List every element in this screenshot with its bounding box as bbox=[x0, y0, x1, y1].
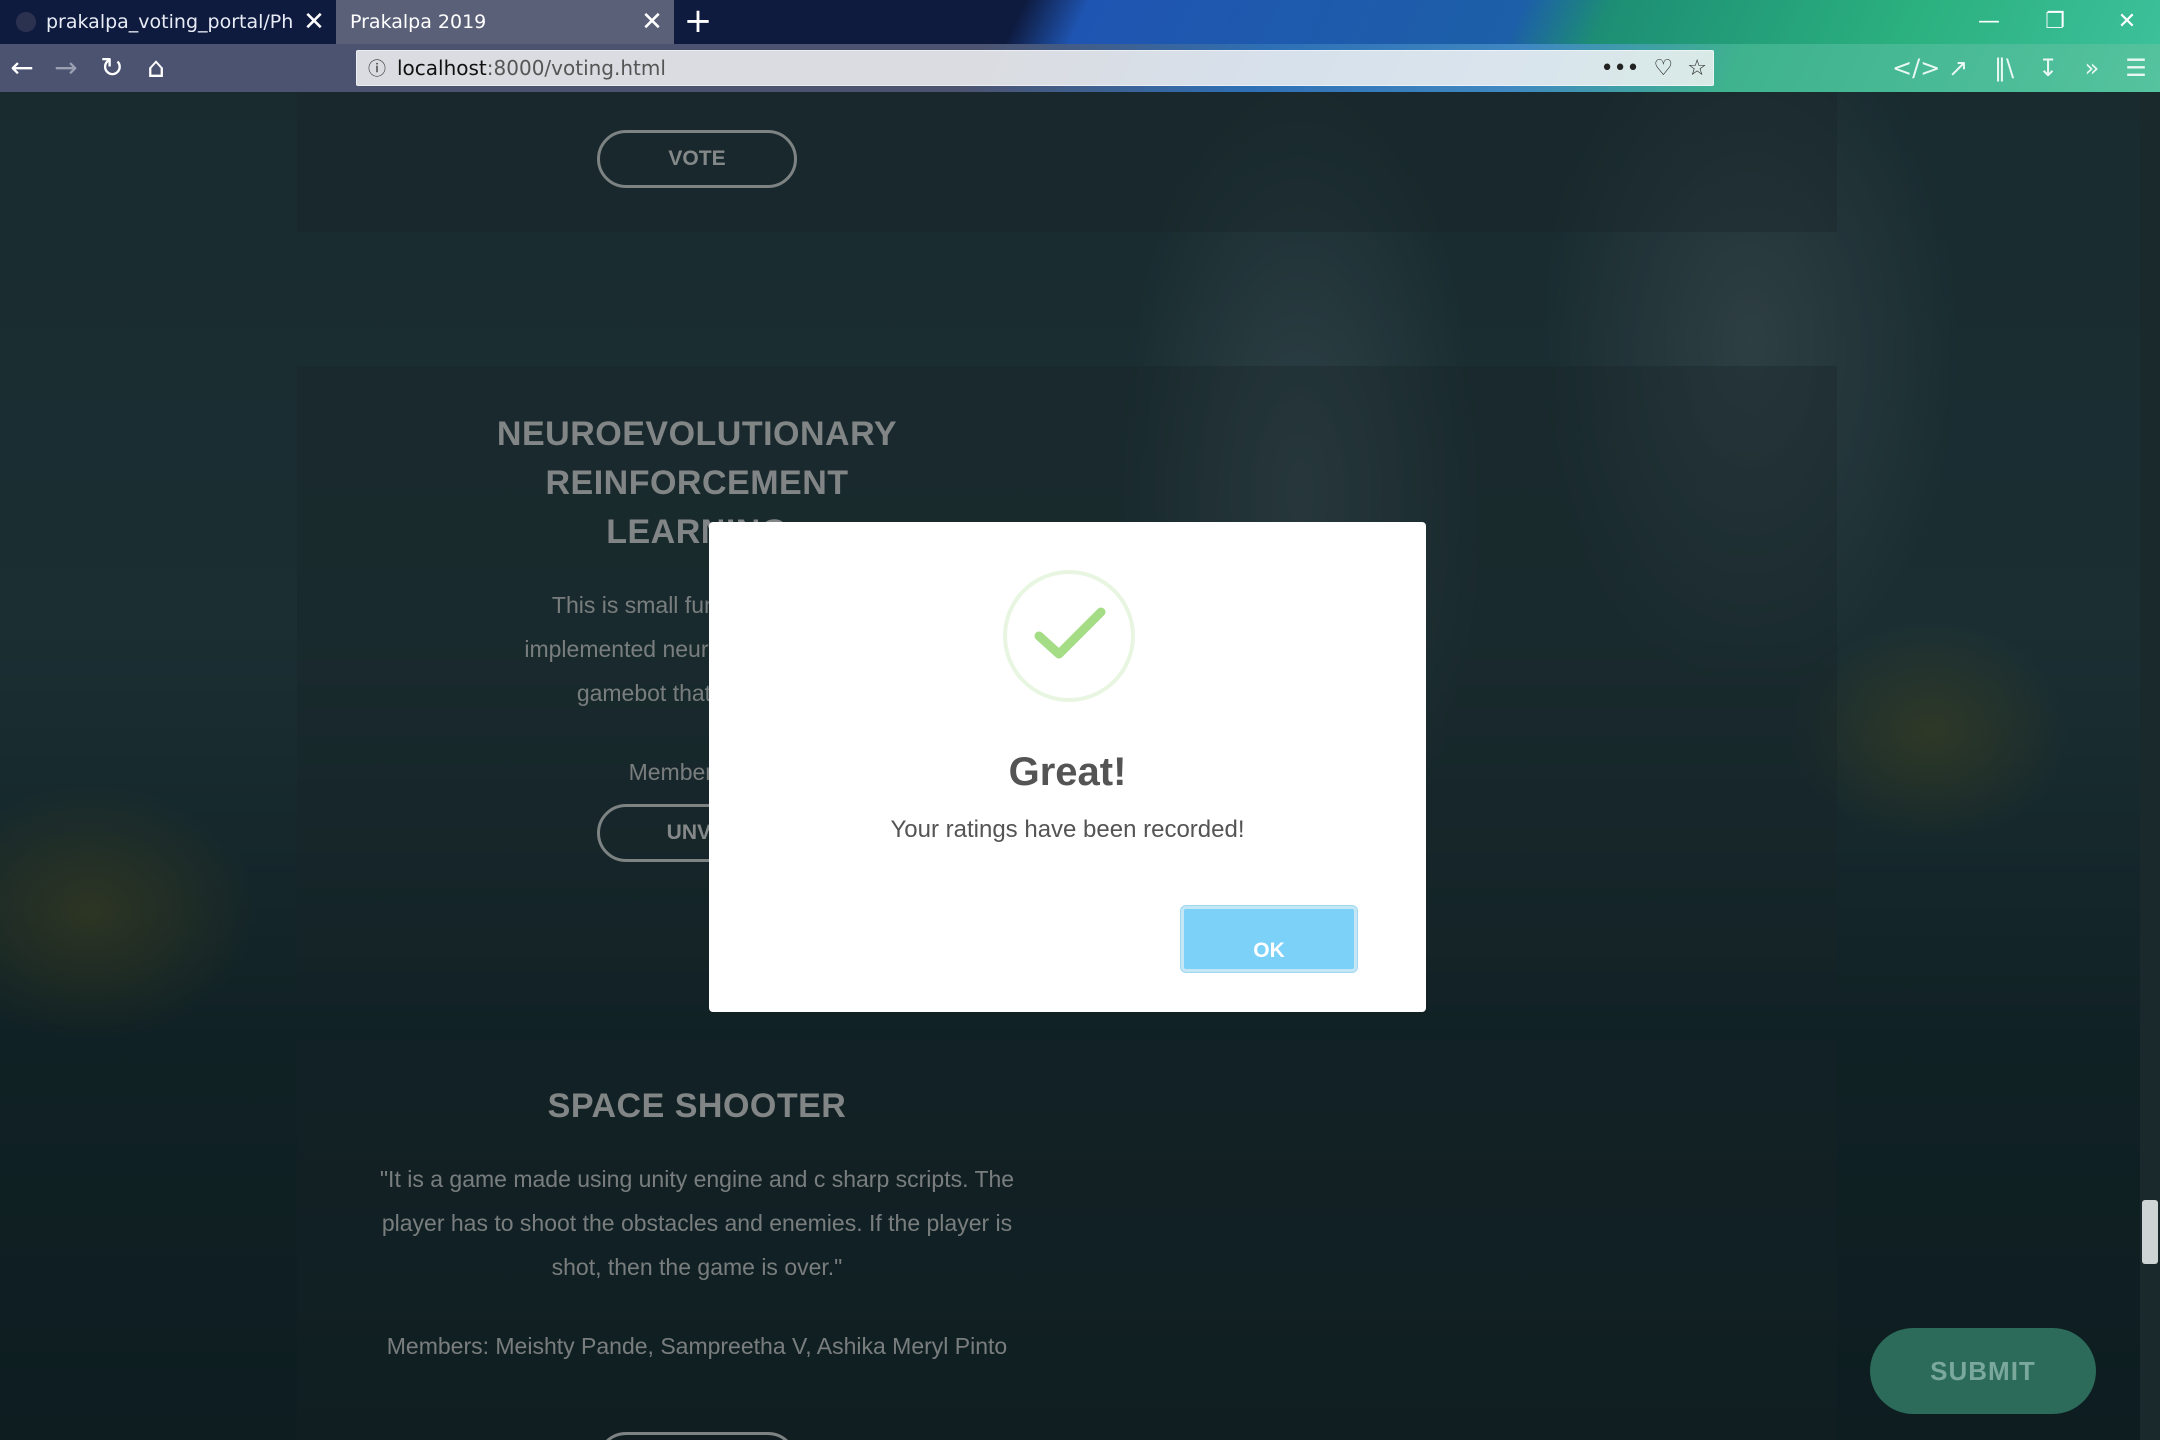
chevron-double-right-icon[interactable]: » bbox=[2070, 44, 2114, 92]
tab-bar: prakalpa_voting_portal/Phase-2 ✕ Prakalp… bbox=[0, 0, 2160, 44]
restore-icon[interactable]: ❐ bbox=[2022, 0, 2088, 44]
new-tab-icon[interactable]: + bbox=[680, 0, 716, 44]
tab-title: prakalpa_voting_portal/Phase-2 bbox=[46, 11, 292, 33]
expand-icon[interactable]: ↗ bbox=[1936, 44, 1980, 92]
check-mark-icon bbox=[1034, 607, 1106, 659]
code-icon[interactable]: </> bbox=[1892, 44, 1940, 92]
success-check-icon bbox=[1003, 570, 1135, 702]
window-close-icon[interactable]: ✕ bbox=[2094, 0, 2160, 44]
ok-button[interactable]: OK bbox=[1181, 906, 1357, 972]
home-icon[interactable]: ⌂ bbox=[134, 44, 178, 92]
more-icon[interactable]: ••• bbox=[1601, 56, 1640, 81]
success-dialog: Great! Your ratings have been recorded! … bbox=[709, 522, 1426, 1012]
browser-chrome: prakalpa_voting_portal/Phase-2 ✕ Prakalp… bbox=[0, 0, 2160, 92]
close-tab-icon[interactable]: ✕ bbox=[630, 7, 674, 37]
tab-title: Prakalpa 2019 bbox=[350, 11, 487, 33]
dialog-text: Your ratings have been recorded! bbox=[890, 816, 1245, 843]
star-icon[interactable]: ☆ bbox=[1687, 56, 1707, 81]
reload-icon[interactable]: ↻ bbox=[90, 44, 134, 92]
dialog-title: Great! bbox=[1008, 750, 1127, 794]
url-bar[interactable]: ⓘ localhost :8000/voting.html ••• ♡ ☆ bbox=[356, 50, 1714, 86]
close-tab-icon[interactable]: ✕ bbox=[292, 7, 336, 37]
pocket-icon[interactable]: ♡ bbox=[1654, 56, 1674, 81]
info-icon[interactable]: ⓘ bbox=[357, 55, 397, 81]
library-icon[interactable]: ‖\ bbox=[1982, 44, 2026, 92]
tab-prakalpa[interactable]: Prakalpa 2019 ✕ bbox=[336, 0, 674, 44]
submit-button[interactable]: SUBMIT bbox=[1870, 1328, 2096, 1414]
url-host: localhost bbox=[397, 56, 487, 80]
download-icon[interactable]: ↧ bbox=[2026, 44, 2070, 92]
hamburger-icon[interactable]: ☰ bbox=[2114, 44, 2158, 92]
github-icon bbox=[16, 12, 36, 32]
minimize-icon[interactable]: — bbox=[1956, 0, 2022, 44]
arrow-right-icon[interactable]: → bbox=[44, 44, 88, 92]
arrow-left-icon[interactable]: ← bbox=[0, 44, 44, 92]
scrollbar-thumb[interactable] bbox=[2142, 1200, 2158, 1264]
tab-voting-portal[interactable]: prakalpa_voting_portal/Phase-2 ✕ bbox=[0, 0, 336, 44]
url-path: :8000/voting.html bbox=[486, 56, 666, 80]
